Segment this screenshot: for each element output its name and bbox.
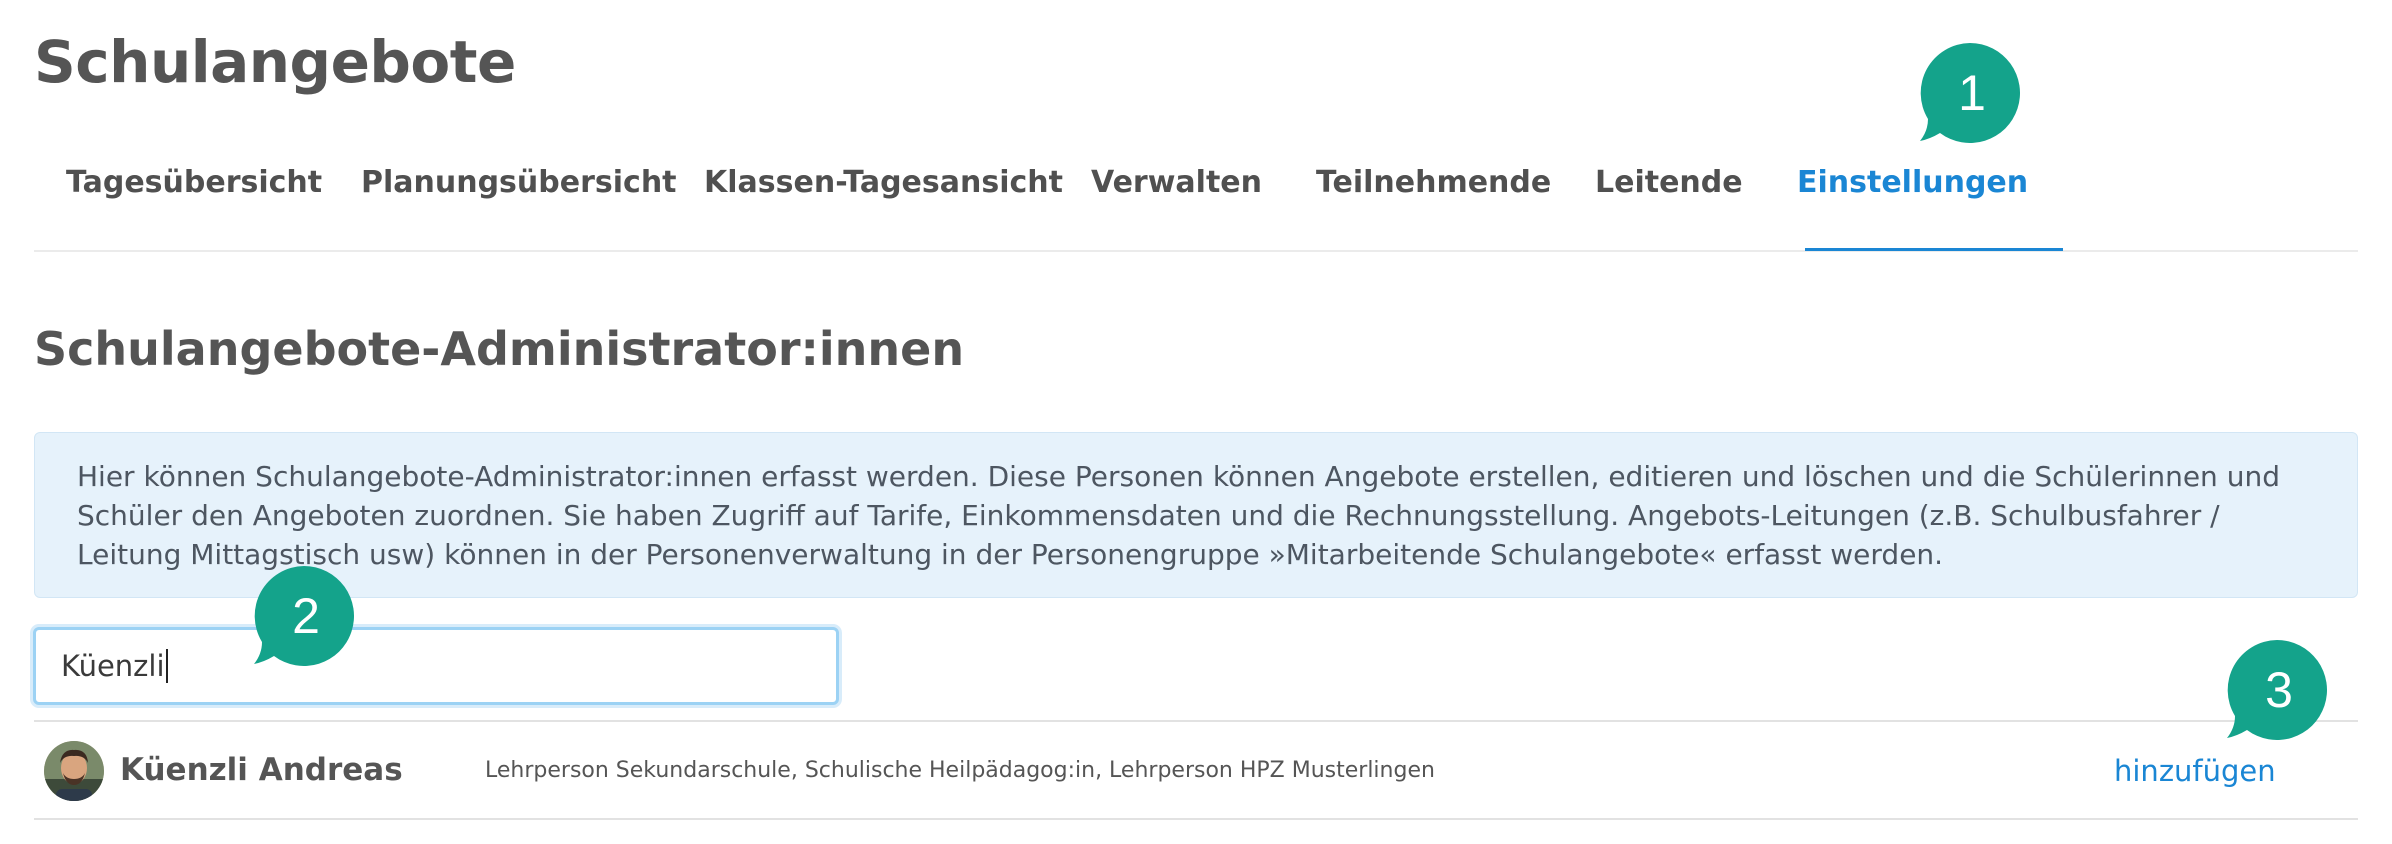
step-number: 2 [292, 588, 320, 644]
person-name: Küenzli Andreas [120, 752, 403, 788]
tab-tagesuebersicht[interactable]: Tagesübersicht [66, 140, 322, 252]
page: Schulangebote Tagesübersicht Planungsübe… [0, 0, 2392, 844]
info-box: Hier können Schulangebote-Administrator:… [34, 432, 2358, 598]
person-search-field[interactable]: Küenzli [33, 627, 839, 705]
text-caret [165, 649, 168, 683]
person-search-input[interactable]: Küenzli [61, 630, 836, 702]
tab-klassen-tagesansicht[interactable]: Klassen-Tagesansicht [704, 140, 1063, 252]
tab-teilnehmende[interactable]: Teilnehmende [1316, 140, 1551, 252]
step-badge-3: 3 [2227, 640, 2327, 740]
tab-bar: Tagesübersicht Planungsübersicht Klassen… [34, 140, 2358, 252]
add-person-link[interactable]: hinzufügen [2114, 754, 2276, 788]
avatar [44, 741, 104, 801]
tab-planungsuebersicht[interactable]: Planungsübersicht [361, 140, 677, 252]
tab-einstellungen[interactable]: Einstellungen [1797, 140, 2028, 252]
person-roles: Lehrperson Sekundarschule, Schulische He… [485, 758, 1435, 783]
avatar-image [44, 741, 104, 801]
active-tab-indicator [1805, 248, 2063, 251]
tab-leitende[interactable]: Leitende [1595, 140, 1743, 252]
search-result-row: Küenzli Andreas Lehrperson Sekundarschul… [34, 720, 2358, 820]
search-value: Küenzli [61, 649, 165, 683]
step-badge-1: 1 [1920, 43, 2020, 143]
step-number: 1 [1958, 65, 1986, 121]
tab-verwalten[interactable]: Verwalten [1091, 140, 1262, 252]
step-badge-2: 2 [254, 566, 354, 666]
info-text: Hier können Schulangebote-Administrator:… [77, 460, 2280, 571]
page-title: Schulangebote [34, 28, 516, 96]
step-number: 3 [2265, 662, 2293, 718]
section-title: Schulangebote-Administrator:innen [34, 322, 965, 376]
